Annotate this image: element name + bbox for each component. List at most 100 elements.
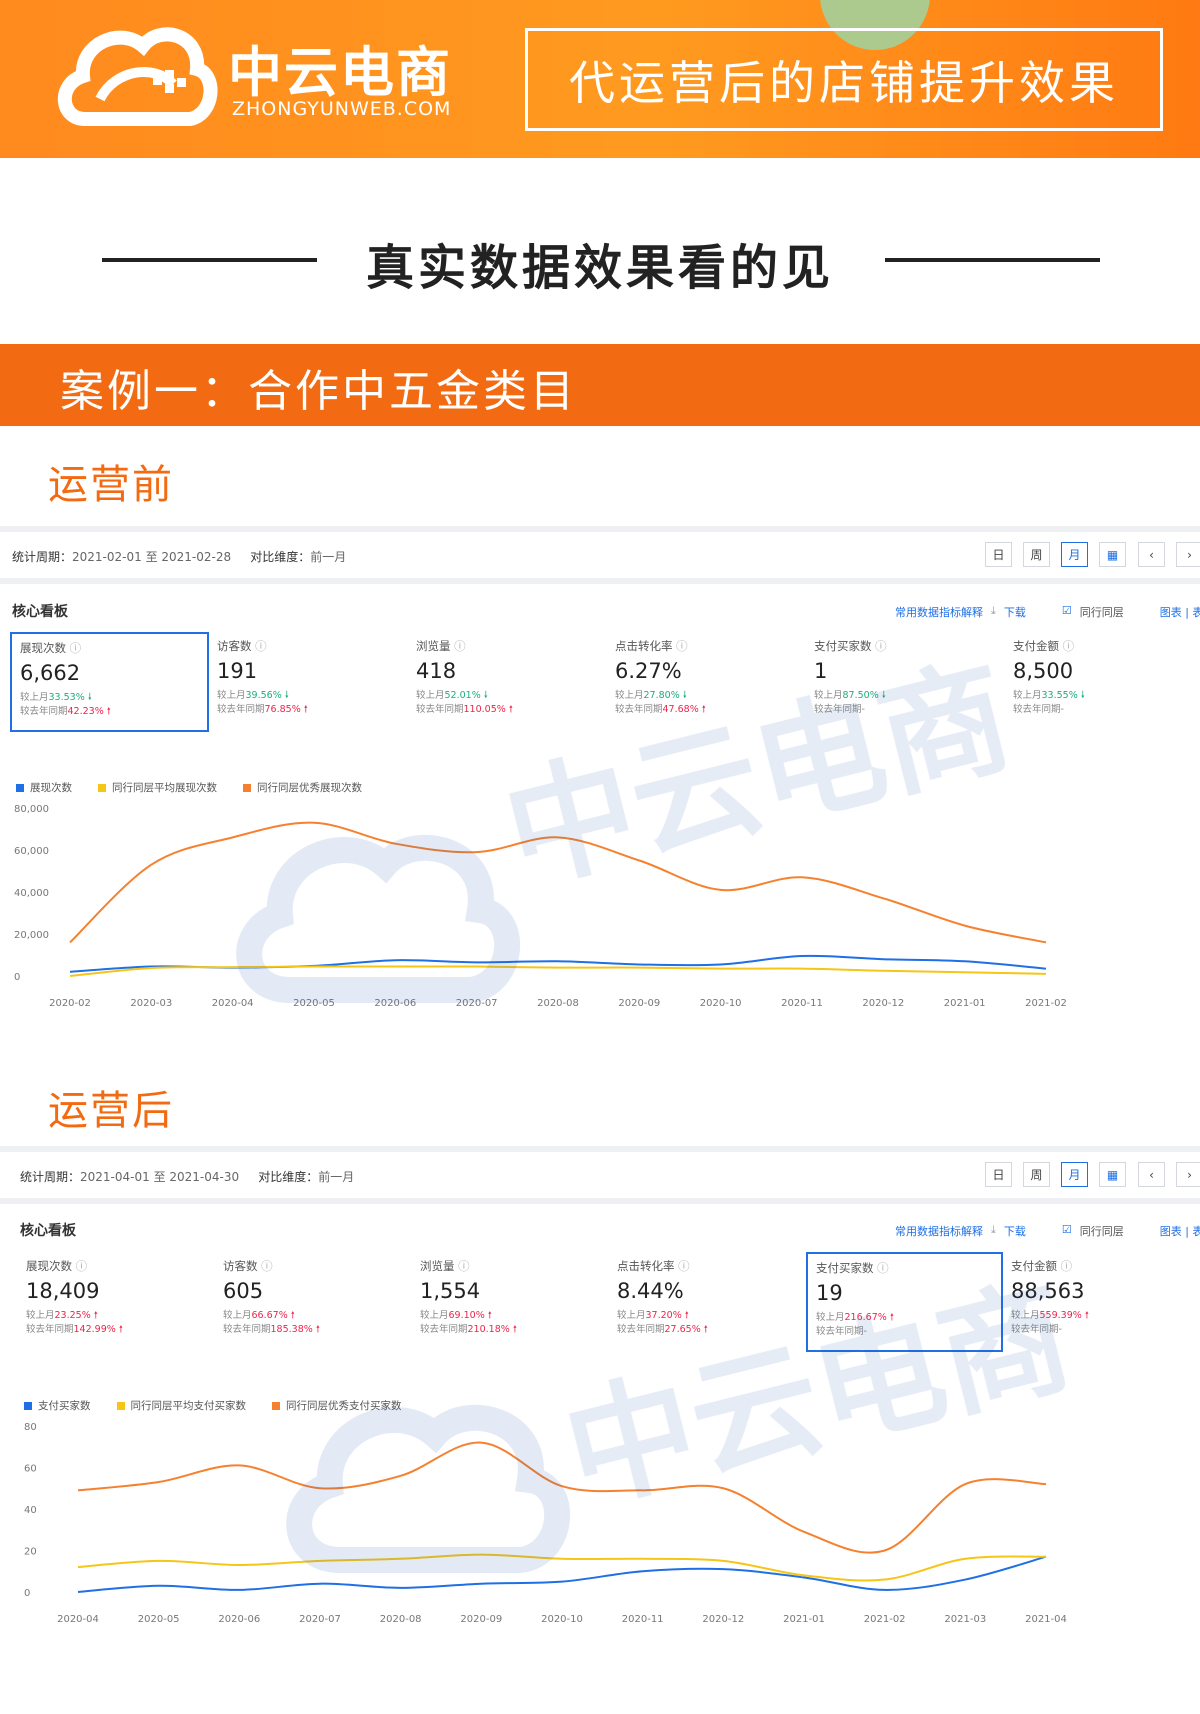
- kpi-yoy-value: -: [861, 704, 865, 715]
- prev-arrow-icon[interactable]: ‹: [1138, 1162, 1165, 1187]
- panel-separator: [0, 1198, 1200, 1204]
- kpi-mom-value: 39.56%: [245, 690, 282, 701]
- arrow-down-icon: 🠗: [1080, 690, 1085, 701]
- peer-checkbox[interactable]: ☑: [1062, 604, 1072, 620]
- next-arrow-icon[interactable]: ›: [1176, 542, 1200, 567]
- period-month-button[interactable]: 月: [1061, 542, 1088, 567]
- kpi-mom-label: 较上月: [816, 1312, 845, 1323]
- kpi-card[interactable]: 支付金额 ⓘ 8,500 较上月33.55% 🠗 较去年同期-: [1005, 632, 1200, 732]
- period-day-button[interactable]: 日: [985, 1162, 1012, 1187]
- kpi-yoy-value: 42.23%: [67, 706, 104, 717]
- legend-item[interactable]: 同行同层平均展现次数: [98, 780, 217, 795]
- x-tick-label: 2020-04: [212, 998, 254, 1009]
- kpi-value: 6,662: [20, 661, 81, 685]
- x-tick-label: 2021-04: [1025, 1614, 1067, 1625]
- kpi-card[interactable]: 访客数 ⓘ 191 较上月39.56% 🠗 较去年同期76.85% 🠕: [209, 632, 408, 732]
- board-title: 核心看板: [20, 1223, 76, 1239]
- chart-legend: 展现次数 同行同层平均展现次数 同行同层优秀展现次数: [16, 780, 362, 795]
- arrow-up-icon: 🠕: [512, 1324, 517, 1335]
- download-link[interactable]: 下载: [1004, 604, 1026, 620]
- kpi-yoy-label: 较去年同期: [20, 706, 68, 717]
- compare-value: 前一月: [318, 1170, 355, 1184]
- kpi-yoy-value: -: [1058, 1324, 1062, 1335]
- kpi-mom-label: 较上月: [1013, 690, 1042, 701]
- kpi-yoy-label: 较去年同期: [1013, 704, 1061, 715]
- x-tick-label: 2021-02: [864, 1614, 906, 1625]
- help-icon[interactable]: ⓘ: [678, 1259, 690, 1273]
- kpi-card[interactable]: 支付买家数 ⓘ 19 较上月216.67% 🠕 较去年同期-: [806, 1252, 1003, 1352]
- kpi-mom-value: 33.55%: [1041, 690, 1078, 701]
- help-icon[interactable]: ⓘ: [458, 1259, 470, 1273]
- glossary-link[interactable]: 常用数据指标解释: [895, 604, 983, 620]
- help-icon[interactable]: ⓘ: [255, 639, 267, 653]
- x-tick-label: 2021-01: [944, 998, 986, 1009]
- x-tick-label: 2020-12: [862, 998, 904, 1009]
- help-icon[interactable]: ⓘ: [76, 1259, 88, 1273]
- help-icon[interactable]: ⓘ: [1063, 639, 1075, 653]
- x-tick-label: 2020-05: [138, 1614, 180, 1625]
- kpi-mom-label: 较上月: [814, 690, 843, 701]
- kpi-mom-value: 27.80%: [643, 690, 680, 701]
- period-row: 统计周期：2021-04-01 至 2021-04-30 对比维度：前一月: [20, 1168, 354, 1185]
- help-icon[interactable]: ⓘ: [261, 1259, 273, 1273]
- peer-checkbox[interactable]: ☑: [1062, 1223, 1072, 1239]
- legend-item[interactable]: 同行同层平均支付买家数: [116, 1398, 246, 1413]
- x-tick-label: 2020-10: [700, 998, 742, 1009]
- chart-before: 80,000 60,000 40,000 20,000 0 2020-02 2020-03 2…: [14, 804, 1067, 1009]
- kpi-card[interactable]: 访客数 ⓘ 605 较上月66.67% 🠕 较去年同期185.38% 🠕: [215, 1252, 412, 1352]
- chart-after: 80 60 40 20 0 2020-04 2020-05 2020-06 2020-07 202…: [24, 1422, 1067, 1625]
- kpi-yoy-value: 27.65%: [664, 1324, 701, 1335]
- period-month-button[interactable]: 月: [1061, 1162, 1088, 1187]
- calendar-icon[interactable]: ▦: [1099, 1162, 1126, 1187]
- board-links: 常用数据指标解释 ⤓ 下载 ☑ 同行同层 图表 | 表格: [895, 1223, 1200, 1239]
- arrow-up-icon: 🠕: [889, 1312, 894, 1323]
- kpi-yoy-label: 较去年同期: [420, 1324, 468, 1335]
- help-icon[interactable]: ⓘ: [875, 639, 887, 653]
- kpi-mom-label: 较上月: [26, 1310, 55, 1321]
- glossary-link[interactable]: 常用数据指标解释: [895, 1223, 983, 1239]
- period-day-button[interactable]: 日: [985, 542, 1012, 567]
- kpi-card[interactable]: 点击转化率 ⓘ 8.44% 较上月37.20% 🠕 较去年同期27.65% 🠕: [609, 1252, 806, 1352]
- kpi-card[interactable]: 支付买家数 ⓘ 1 较上月87.50% 🠗 较去年同期-: [806, 632, 1005, 732]
- arrow-down-icon: 🠗: [483, 690, 488, 701]
- kpi-card[interactable]: 展现次数 ⓘ 6,662 较上月33.53% 🠗 较去年同期42.23% 🠕: [10, 632, 209, 732]
- x-tick-label: 2020-08: [380, 1614, 422, 1625]
- calendar-icon[interactable]: ▦: [1099, 542, 1126, 567]
- x-tick-label: 2020-06: [218, 1614, 260, 1625]
- kpi-yoy-label: 较去年同期: [1011, 1324, 1059, 1335]
- help-icon[interactable]: ⓘ: [676, 639, 688, 653]
- period-week-button[interactable]: 周: [1023, 1162, 1050, 1187]
- arrow-up-icon: 🠕: [303, 704, 308, 715]
- view-toggle[interactable]: 图表 | 表格: [1160, 1223, 1200, 1239]
- kpi-card[interactable]: 浏览量 ⓘ 418 较上月52.01% 🠗 较去年同期110.05% 🠕: [408, 632, 607, 732]
- kpi-mom-value: 69.10%: [448, 1310, 485, 1321]
- legend-item[interactable]: 展现次数: [16, 780, 72, 795]
- next-arrow-icon[interactable]: ›: [1176, 1162, 1200, 1187]
- legend-item[interactable]: 支付买家数: [24, 1398, 91, 1413]
- period-row: 统计周期：2021-02-01 至 2021-02-28 对比维度：前一月: [12, 548, 346, 565]
- case-title: 案例一：合作中五金类目: [60, 366, 577, 417]
- kpi-yoy-label: 较去年同期: [223, 1324, 271, 1335]
- view-toggle[interactable]: 图表 | 表格: [1160, 604, 1200, 620]
- kpi-card[interactable]: 支付金额 ⓘ 88,563 较上月559.39% 🠕 较去年同期-: [1003, 1252, 1200, 1352]
- board-links: 常用数据指标解释 ⤓ 下载 ☑ 同行同层 图表 | 表格: [895, 604, 1200, 620]
- prev-arrow-icon[interactable]: ‹: [1138, 542, 1165, 567]
- kpi-card[interactable]: 浏览量 ⓘ 1,554 较上月69.10% 🠕 较去年同期210.18% 🠕: [412, 1252, 609, 1352]
- kpi-label: 支付金额: [1013, 639, 1059, 653]
- kpi-yoy-value: -: [863, 1326, 867, 1337]
- help-icon[interactable]: ⓘ: [1061, 1259, 1073, 1273]
- kpi-card[interactable]: 展现次数 ⓘ 18,409 较上月23.25% 🠕 较去年同期142.99% 🠕: [18, 1252, 215, 1352]
- help-icon[interactable]: ⓘ: [877, 1261, 889, 1275]
- y-tick-label: 60,000: [14, 846, 49, 857]
- legend-item[interactable]: 同行同层优秀支付买家数: [272, 1398, 402, 1413]
- kpi-card[interactable]: 点击转化率 ⓘ 6.27% 较上月27.80% 🠗 较去年同期47.68% 🠕: [607, 632, 806, 732]
- arrow-up-icon: 🠕: [1084, 1310, 1089, 1321]
- help-icon[interactable]: ⓘ: [454, 639, 466, 653]
- help-icon[interactable]: ⓘ: [70, 641, 82, 655]
- legend-item[interactable]: 同行同层优秀展现次数: [243, 780, 362, 795]
- kpi-yoy-value: 47.68%: [662, 704, 699, 715]
- legend-swatch: [272, 1401, 280, 1410]
- download-link[interactable]: 下载: [1004, 1223, 1026, 1239]
- period-week-button[interactable]: 周: [1023, 542, 1050, 567]
- kpi-label: 支付买家数: [816, 1261, 874, 1275]
